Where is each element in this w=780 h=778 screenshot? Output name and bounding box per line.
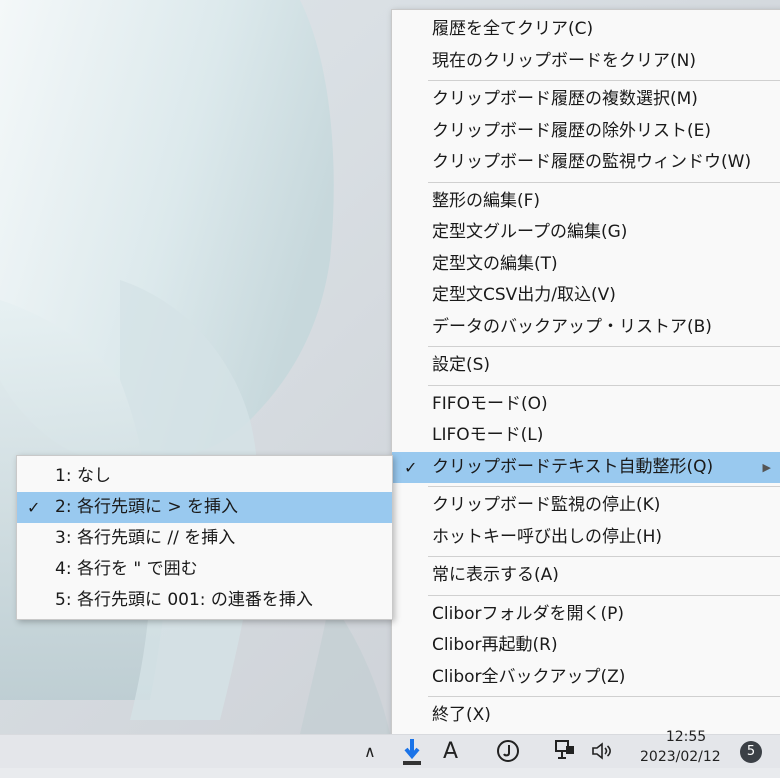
menu-item[interactable]: 1: なし [17, 461, 392, 492]
menu-item-label: 定型文グループの編集(G) [432, 222, 628, 242]
menu-item[interactable]: クリップボード履歴の監視ウィンドウ(W) [392, 147, 780, 179]
menu-item-label: Clibor全バックアップ(Z) [432, 666, 626, 687]
menu-item[interactable]: 3: 各行先頭に // を挿入 [17, 523, 392, 554]
menu-item-label: クリップボード監視の停止(K) [432, 495, 661, 515]
menu-item[interactable]: ホットキー呼び出しの停止(H) [392, 522, 780, 554]
network-icon[interactable] [552, 735, 578, 768]
menu-item-label: クリップボード履歴の除外リスト(E) [432, 120, 712, 141]
menu-item-label: 4: 各行を " で囲む [55, 559, 198, 579]
checkmark-icon: ✓ [404, 457, 418, 477]
volume-icon[interactable] [590, 735, 614, 768]
taskbar: ∧ A 12:55 2023/02/12 5 [0, 729, 780, 768]
menu-item[interactable]: 定型文の編集(T) [392, 249, 780, 281]
menu-separator [428, 384, 780, 386]
menu-item-label: LIFOモード(L) [432, 425, 544, 445]
menu-item-label: 終了(X) [432, 705, 491, 725]
submenu-arrow-icon: ▶ [762, 460, 771, 474]
menu-item[interactable]: ✓ 2: 各行先頭に > を挿入 [17, 492, 392, 523]
menu-separator [428, 696, 780, 697]
tray-chevron-icon[interactable]: ∧ [364, 735, 376, 768]
menu-item-label: 定型文CSV出力/取込(V) [432, 285, 616, 305]
menu-item[interactable]: ✓ クリップボードテキスト自動整形(Q) ▶ [392, 451, 780, 483]
menu-item-label: クリップボードテキスト自動整形(Q) [432, 456, 714, 477]
menu-item-label: データのバックアップ・リストア(B) [432, 316, 712, 337]
menu-item-label: FIFOモード(O) [432, 393, 548, 414]
menu-item[interactable]: データのバックアップ・リストア(B) [392, 312, 780, 344]
menu-item-label: Cliborフォルダを開く(P) [432, 603, 625, 624]
menu-separator [428, 346, 780, 347]
menu-separator [428, 181, 780, 183]
ime-indicator[interactable]: A [443, 735, 458, 768]
menu-item[interactable]: FIFOモード(O) [392, 389, 780, 421]
menu-item[interactable]: 定型文CSV出力/取込(V) [392, 280, 780, 312]
clock-date: 2023/02/12 [640, 749, 721, 765]
menu-item[interactable]: Cliborフォルダを開く(P) [392, 599, 780, 631]
menu-item-label: ホットキー呼び出しの停止(H) [432, 526, 663, 547]
menu-item-label: 常に表示する(A) [432, 565, 559, 585]
tray-clock[interactable]: 12:55 2023/02/12 [640, 729, 732, 765]
menu-item[interactable]: 5: 各行先頭に 001: の連番を挿入 [17, 585, 392, 616]
menu-separator [428, 594, 780, 596]
menu-item-label: Clibor再起動(R) [432, 635, 558, 655]
menu-item-label: クリップボード履歴の複数選択(M) [432, 89, 698, 109]
clock-time: 12:55 [665, 729, 707, 745]
menu-item[interactable]: 定型文グループの編集(G) [392, 217, 780, 249]
menu-item-label: クリップボード履歴の監視ウィンドウ(W) [432, 152, 752, 172]
menu-item-label: 整形の編集(F) [432, 190, 541, 211]
menu-item[interactable]: 現在のクリップボードをクリア(N) [392, 46, 780, 78]
clibor-tray-icon[interactable] [401, 735, 423, 768]
app-tray-icon[interactable] [496, 735, 520, 768]
menu-separator [428, 556, 780, 557]
menu-item[interactable]: 履歴を全てクリア(C) [392, 14, 780, 46]
menu-item[interactable]: 整形の編集(F) [392, 186, 780, 218]
menu-item[interactable]: 設定(S) [392, 350, 780, 382]
menu-item[interactable]: クリップボード履歴の除外リスト(E) [392, 116, 780, 148]
menu-item-label: 2: 各行先頭に > を挿入 [55, 497, 238, 517]
menu-item[interactable]: 常に表示する(A) [392, 560, 780, 592]
menu-item[interactable]: 4: 各行を " で囲む [17, 554, 392, 585]
menu-item[interactable]: LIFOモード(L) [392, 420, 780, 452]
menu-item-label: 現在のクリップボードをクリア(N) [432, 50, 696, 71]
menu-item-label: 1: なし [55, 466, 111, 486]
menu-item-label: 定型文の編集(T) [432, 253, 558, 274]
menu-separator [428, 486, 780, 487]
menu-item[interactable]: クリップボード履歴の複数選択(M) [392, 84, 780, 116]
notification-badge[interactable]: 5 [740, 741, 762, 763]
menu-item-label: 設定(S) [432, 355, 491, 375]
menu-item[interactable]: クリップボード監視の停止(K) [392, 490, 780, 522]
menu-item[interactable]: Clibor再起動(R) [392, 630, 780, 662]
menu-item-label: 履歴を全てクリア(C) [432, 19, 594, 39]
menu-item[interactable]: Clibor全バックアップ(Z) [392, 662, 780, 694]
menu-item-label: 3: 各行先頭に // を挿入 [55, 528, 236, 548]
context-menu: 履歴を全てクリア(C) 現在のクリップボードをクリア(N) クリップボード履歴の複数… [391, 9, 780, 744]
auto-format-submenu: 1: なし ✓ 2: 各行先頭に > を挿入 3: 各行先頭に // を挿入 4: 各行… [16, 455, 393, 620]
menu-item[interactable]: 終了(X) [392, 700, 780, 732]
menu-item-label: 5: 各行先頭に 001: の連番を挿入 [55, 590, 313, 610]
menu-separator [428, 80, 780, 81]
checkmark-icon: ✓ [27, 498, 41, 517]
